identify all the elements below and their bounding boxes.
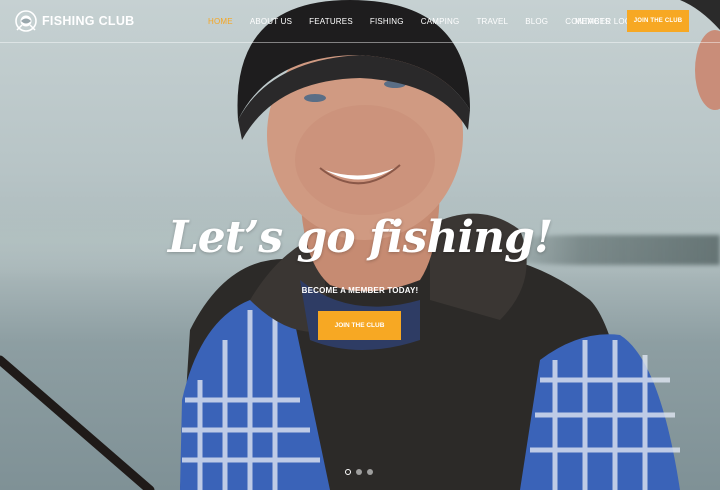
nav-item-about-us[interactable]: ABOUT US <box>250 17 292 26</box>
slider-dot-3[interactable] <box>367 469 373 475</box>
slider-dot-1[interactable] <box>345 469 351 475</box>
nav-item-camping[interactable]: CAMPING <box>421 17 460 26</box>
join-club-hero-button[interactable]: JOIN THE CLUB <box>318 311 401 340</box>
hero-headline: Let’s go fishing! <box>167 212 553 263</box>
nav-item-blog[interactable]: BLOG <box>525 17 548 26</box>
hero-subheadline: BECOME A MEMBER TODAY! <box>301 286 419 295</box>
main-nav: HOME ABOUT US FEATURES FISHING CAMPING T… <box>200 0 627 43</box>
nav-item-features[interactable]: FEATURES <box>309 17 353 26</box>
left-eye <box>304 94 326 102</box>
nav-item-home[interactable]: HOME <box>208 17 233 26</box>
site-header: FISHING CLUB HOME ABOUT US FEATURES FISH… <box>0 0 720 43</box>
logo[interactable]: FISHING CLUB <box>14 9 135 33</box>
slider-dots <box>345 469 373 475</box>
slider-dot-2[interactable] <box>356 469 362 475</box>
nav-item-fishing[interactable]: FISHING <box>370 17 404 26</box>
shirt-right <box>520 334 680 490</box>
nav-item-travel[interactable]: TRAVEL <box>476 17 508 26</box>
brand-name: FISHING CLUB <box>42 14 135 28</box>
fishing-club-logo-icon <box>15 10 37 32</box>
fishing-rod <box>0 355 155 490</box>
join-club-header-button[interactable]: JOIN THE CLUB <box>627 10 689 32</box>
